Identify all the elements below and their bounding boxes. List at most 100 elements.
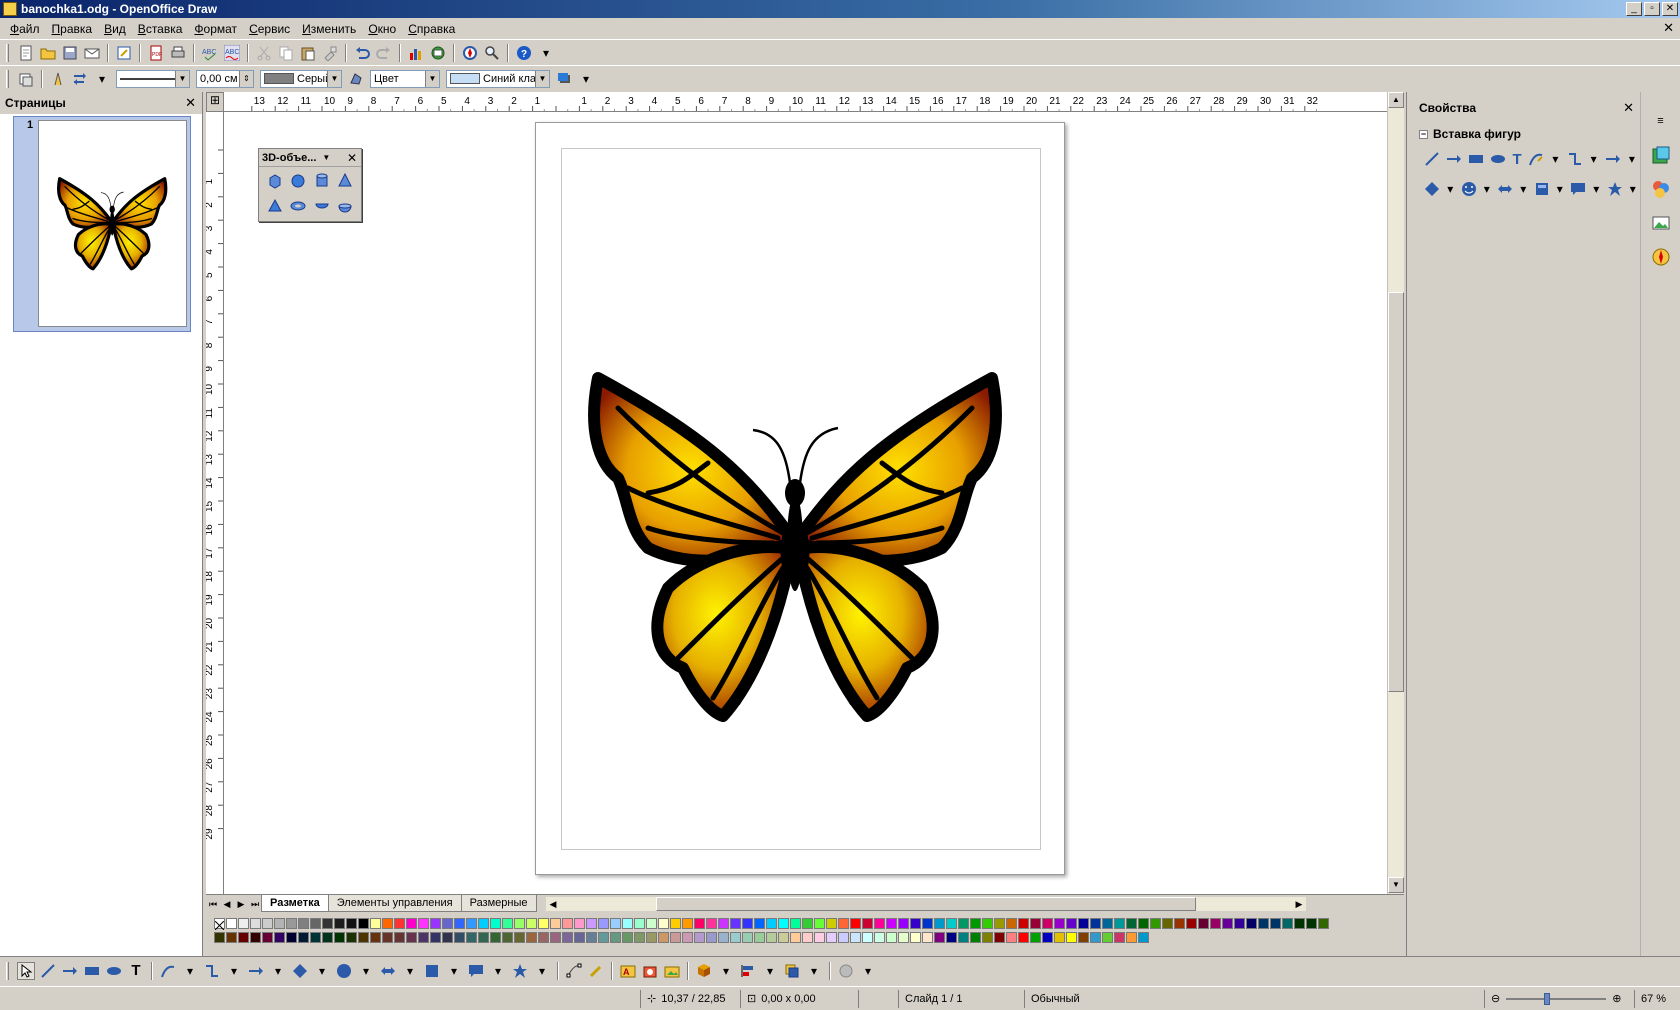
color-swatch[interactable] [610, 918, 621, 929]
color-swatch[interactable] [910, 918, 921, 929]
color-swatch[interactable] [622, 932, 633, 943]
dropdown-arrow-icon[interactable]: ▾ [181, 962, 199, 980]
arrow-style-icon[interactable] [71, 70, 89, 88]
color-swatch[interactable] [694, 918, 705, 929]
color-swatch[interactable] [946, 918, 957, 929]
color-swatch[interactable] [1078, 932, 1089, 943]
vertical-ruler[interactable]: 1234567891011121314151617181920212223242… [206, 112, 224, 894]
zoom-level[interactable]: 67 % [1634, 989, 1680, 1008]
edit-file-icon[interactable] [115, 44, 133, 62]
toolbar-grip[interactable] [6, 961, 9, 980]
line-color-select[interactable]: Серый ▼ [260, 69, 342, 88]
dropdown-arrow-icon[interactable]: ▾ [805, 962, 823, 980]
color-swatch[interactable] [430, 932, 441, 943]
color-swatch[interactable] [238, 932, 249, 943]
menu-format[interactable]: Формат [188, 22, 243, 36]
scroll-right-icon[interactable]: ▶ [1292, 897, 1306, 911]
color-swatch[interactable] [538, 932, 549, 943]
dropdown-arrow-icon[interactable]: ▾ [93, 70, 111, 88]
select-arrow-icon[interactable] [17, 961, 35, 980]
color-swatch[interactable] [814, 932, 825, 943]
color-swatch[interactable] [586, 932, 597, 943]
color-swatch[interactable] [298, 932, 309, 943]
dropdown-arrow-icon[interactable]: ▼ [175, 70, 189, 87]
color-swatch[interactable] [370, 932, 381, 943]
paste-icon[interactable] [299, 44, 317, 62]
color-swatch[interactable] [874, 918, 885, 929]
horizontal-scroll-thumb[interactable] [656, 897, 1196, 911]
color-swatch[interactable] [742, 918, 753, 929]
color-swatch[interactable] [838, 918, 849, 929]
menu-edit[interactable]: Правка [46, 22, 99, 36]
color-swatch[interactable] [658, 918, 669, 929]
color-swatch[interactable] [634, 918, 645, 929]
color-swatch[interactable] [862, 918, 873, 929]
basic-shapes-icon[interactable] [291, 962, 309, 980]
dropdown-arrow-icon[interactable]: ▼ [327, 70, 341, 87]
color-swatch[interactable] [922, 932, 933, 943]
color-swatch[interactable] [658, 932, 669, 943]
color-swatch[interactable] [982, 918, 993, 929]
color-swatch[interactable] [1030, 932, 1041, 943]
menu-view[interactable]: Вид [98, 22, 132, 36]
color-swatch[interactable] [430, 918, 441, 929]
line-style-select[interactable]: ▼ [116, 69, 190, 88]
color-swatch[interactable] [694, 932, 705, 943]
lines-arrows-icon[interactable] [247, 962, 265, 980]
callouts-icon[interactable] [1570, 180, 1586, 198]
close-window-button[interactable]: ✕ [1662, 2, 1678, 16]
color-swatch[interactable] [490, 918, 501, 929]
color-swatch[interactable] [1054, 918, 1065, 929]
color-swatch[interactable] [250, 918, 261, 929]
restore-button[interactable]: ▫ [1644, 2, 1660, 16]
color-swatch[interactable] [1198, 918, 1209, 929]
zoom-in-icon[interactable]: ⊕ [1612, 992, 1621, 1005]
color-swatch[interactable] [274, 918, 285, 929]
color-swatch[interactable] [1150, 918, 1161, 929]
color-swatch[interactable] [922, 918, 933, 929]
color-swatch[interactable] [802, 918, 813, 929]
color-swatch[interactable] [730, 932, 741, 943]
dropdown-arrow-icon[interactable]: ▾ [1592, 180, 1601, 198]
color-swatch[interactable] [682, 932, 693, 943]
page-style[interactable]: Обычный [1024, 989, 1484, 1008]
area-style-select[interactable]: Цвет ▼ [370, 69, 440, 88]
gallery-insert-icon[interactable] [663, 962, 681, 980]
ellipse-tool-icon[interactable] [1490, 150, 1506, 168]
color-swatch[interactable] [574, 918, 585, 929]
callouts-icon[interactable] [467, 962, 485, 980]
color-swatch[interactable] [334, 932, 345, 943]
color-swatch[interactable] [970, 918, 981, 929]
color-swatch[interactable] [874, 932, 885, 943]
color-swatch[interactable] [1138, 932, 1149, 943]
horizontal-ruler[interactable]: 13 12 11 10 9 8 7 6 5 4 3 2 1 1 2 3 4 5 6 7 8 9 10 11 12 13 14 15 16… [224, 92, 1387, 112]
stars-icon[interactable] [1607, 180, 1623, 198]
flowcharts-icon[interactable] [1534, 180, 1550, 198]
color-swatch[interactable] [358, 918, 369, 929]
color-swatch[interactable] [1126, 918, 1137, 929]
toolbar-overflow-icon[interactable]: ▾ [537, 44, 555, 62]
connector-tool-icon[interactable] [203, 962, 221, 980]
zoom-icon[interactable] [483, 44, 501, 62]
toolbar-overflow-icon[interactable]: ▾ [859, 962, 877, 980]
color-swatch[interactable] [454, 918, 465, 929]
arrange-icon[interactable] [783, 962, 801, 980]
color-swatch[interactable] [418, 932, 429, 943]
color-swatch[interactable] [286, 932, 297, 943]
color-swatch[interactable] [1246, 918, 1257, 929]
new-document-icon[interactable] [17, 44, 35, 62]
color-swatch[interactable] [574, 932, 585, 943]
email-icon[interactable] [83, 44, 101, 62]
symbol-shapes-icon[interactable] [1461, 180, 1477, 198]
curve-tool-icon[interactable] [1528, 150, 1544, 168]
text-tool-icon[interactable]: T [1512, 150, 1522, 168]
color-swatch[interactable] [934, 932, 945, 943]
cylinder-icon[interactable] [313, 172, 331, 190]
color-swatch[interactable] [226, 918, 237, 929]
dropdown-arrow-icon[interactable]: ▾ [1446, 180, 1455, 198]
color-swatch[interactable] [394, 918, 405, 929]
color-swatch[interactable] [706, 932, 717, 943]
minimize-button[interactable]: _ [1626, 2, 1642, 16]
menu-insert[interactable]: Вставка [132, 22, 189, 36]
symbol-shapes-icon[interactable] [335, 962, 353, 980]
